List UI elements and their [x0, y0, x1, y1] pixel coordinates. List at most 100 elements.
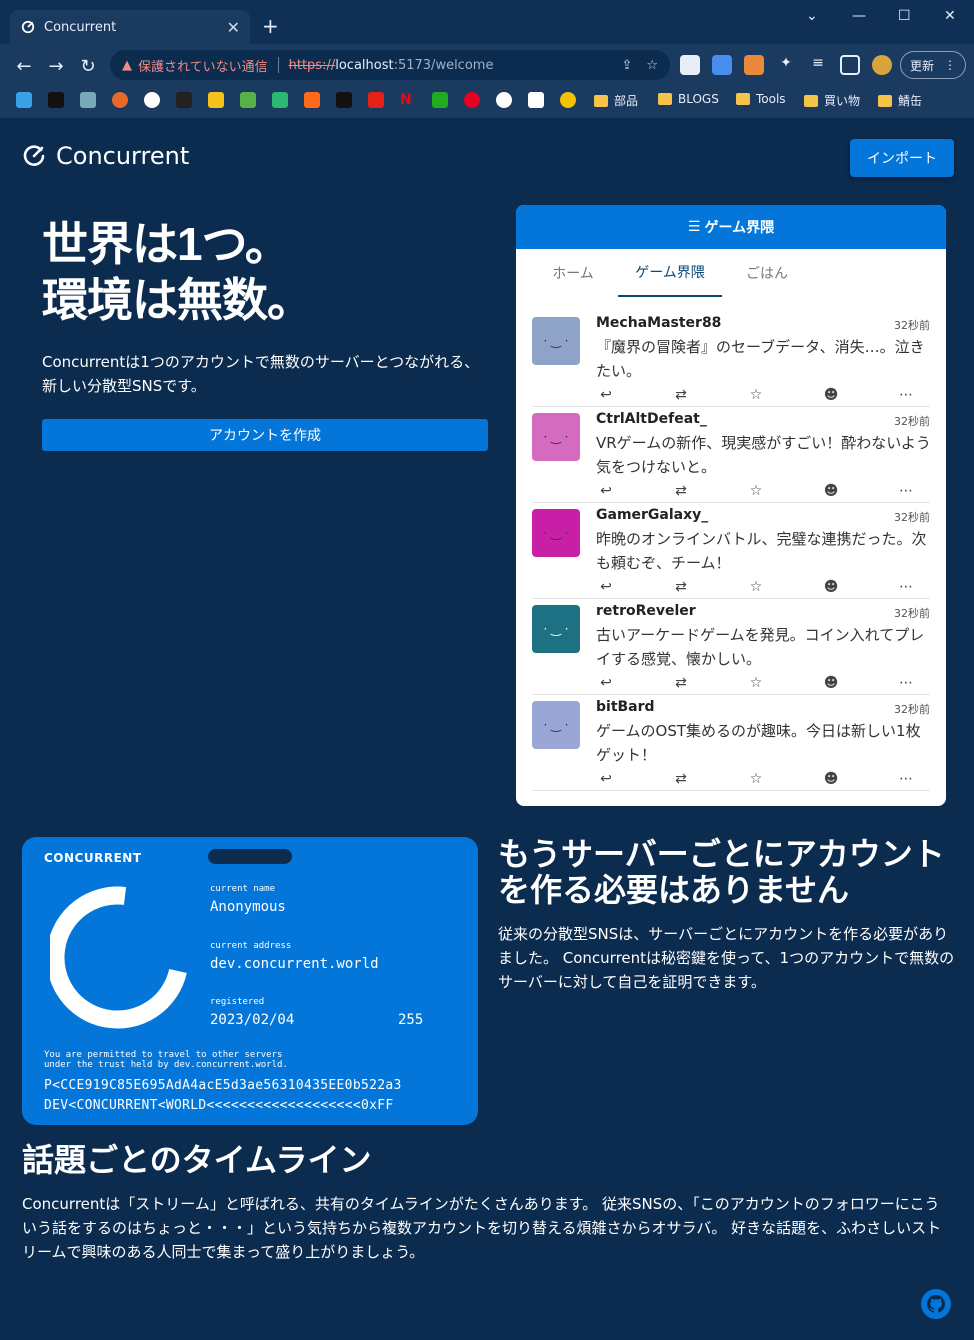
post-actions: ↩ ⇄ ☆ ☻ ⋯: [596, 771, 916, 787]
pinterest-icon[interactable]: [464, 92, 480, 108]
favorite-icon[interactable]: ☆: [746, 387, 766, 403]
stream-header[interactable]: ☰ ゲーム界隈: [516, 205, 946, 249]
reply-icon[interactable]: ↩: [596, 579, 616, 595]
media-icon[interactable]: ≡: [808, 55, 828, 75]
minimize-icon[interactable]: —: [852, 8, 866, 24]
more-icon[interactable]: ⋯: [896, 387, 916, 403]
more-icon[interactable]: ⋯: [896, 579, 916, 595]
concurrent-favicon-icon: [20, 19, 36, 35]
post-author[interactable]: bitBard: [596, 699, 655, 715]
reroute-icon[interactable]: ⇄: [671, 771, 691, 787]
avatar[interactable]: · ‿ ·: [532, 605, 580, 653]
add-reaction-icon[interactable]: ☻: [821, 387, 841, 403]
avatar[interactable]: · ‿ ·: [532, 413, 580, 461]
bookmark-icon[interactable]: [176, 92, 192, 108]
reply-icon[interactable]: ↩: [596, 387, 616, 403]
bookmark-folder-parts[interactable]: 部品: [594, 92, 638, 109]
add-reaction-icon[interactable]: ☻: [821, 771, 841, 787]
reroute-icon[interactable]: ⇄: [671, 579, 691, 595]
extension-icon[interactable]: [712, 55, 732, 75]
new-tab-icon[interactable]: +: [262, 14, 279, 38]
post-author[interactable]: retroReveler: [596, 603, 696, 619]
more-icon[interactable]: ⋯: [896, 771, 916, 787]
bookmark-folder-tools[interactable]: Tools: [736, 92, 786, 106]
reload-icon[interactable]: ↻: [76, 54, 100, 78]
sidepanel-icon[interactable]: [840, 55, 860, 75]
avatar[interactable]: · ‿ ·: [532, 509, 580, 557]
x-bookmark-icon[interactable]: [48, 92, 64, 108]
metamask-icon[interactable]: [744, 55, 764, 75]
netflix-icon[interactable]: N: [400, 92, 416, 108]
tab-search-icon[interactable]: ⌄: [806, 8, 818, 24]
face-icon: · ‿ ·: [543, 526, 569, 540]
bookmark-star-icon[interactable]: ☆: [646, 58, 658, 73]
favorite-icon[interactable]: ☆: [746, 579, 766, 595]
bookmark-icon[interactable]: [336, 92, 352, 108]
more-icon[interactable]: ⋯: [896, 675, 916, 691]
import-button[interactable]: インポート: [850, 139, 954, 177]
reroute-icon[interactable]: ⇄: [671, 387, 691, 403]
amazon-icon[interactable]: [528, 92, 544, 108]
bookmark-icon[interactable]: [560, 92, 576, 108]
reply-icon[interactable]: ↩: [596, 675, 616, 691]
brand[interactable]: Concurrent: [22, 142, 189, 170]
create-account-button[interactable]: アカウントを作成: [42, 419, 488, 451]
bookmark-icon[interactable]: [272, 92, 288, 108]
bookmark-icon[interactable]: [80, 92, 96, 108]
bookmark-icon[interactable]: [240, 92, 256, 108]
browser-tab[interactable]: Concurrent ✕: [10, 10, 250, 44]
bookmark-icon[interactable]: [432, 92, 448, 108]
add-reaction-icon[interactable]: ☻: [821, 483, 841, 499]
bookmark-folder-server[interactable]: 鯖缶: [878, 92, 922, 109]
reply-icon[interactable]: ↩: [596, 771, 616, 787]
security-warning[interactable]: ▲ 保護されていない通信: [122, 56, 268, 75]
reroute-icon[interactable]: ⇄: [671, 483, 691, 499]
name-key: current name: [210, 884, 276, 894]
bookmark-icon[interactable]: [144, 92, 160, 108]
account-section-title: もうサーバーごとにアカウント を作る必要はありません: [498, 836, 958, 908]
tab-game[interactable]: ゲーム界隈: [618, 249, 722, 297]
bookmark-icon[interactable]: [112, 92, 128, 108]
post-author[interactable]: CtrlAltDefeat_: [596, 411, 707, 427]
avatar[interactable]: · ‿ ·: [532, 317, 580, 365]
concurrent-ring-icon: [50, 886, 187, 1029]
favorite-icon[interactable]: ☆: [746, 675, 766, 691]
favorite-icon[interactable]: ☆: [746, 483, 766, 499]
more-icon[interactable]: ⋯: [896, 483, 916, 499]
share-icon[interactable]: ⇪: [621, 58, 632, 73]
bookmark-icon[interactable]: [16, 92, 32, 108]
maximize-icon[interactable]: ☐: [898, 8, 911, 24]
tab-close-icon[interactable]: ✕: [227, 18, 240, 37]
soundcloud-icon[interactable]: [304, 92, 320, 108]
close-window-icon[interactable]: ✕: [944, 8, 956, 24]
extension-icon[interactable]: [680, 55, 700, 75]
folder-icon: [878, 94, 892, 107]
youtube-icon[interactable]: [368, 92, 384, 108]
address-bar[interactable]: ▲ 保護されていない通信 https:// localhost :5173/wel…: [110, 50, 670, 80]
puzzle-icon[interactable]: ✦: [776, 55, 796, 75]
favorite-icon[interactable]: ☆: [746, 771, 766, 787]
forward-icon[interactable]: →: [44, 54, 68, 78]
back-icon[interactable]: ←: [12, 54, 36, 78]
add-reaction-icon[interactable]: ☻: [821, 579, 841, 595]
tab-home[interactable]: ホーム: [528, 249, 618, 297]
post-time: 32秒前: [894, 703, 930, 716]
reroute-icon[interactable]: ⇄: [671, 675, 691, 691]
folder-label: BLOGS: [678, 92, 719, 106]
profile-avatar[interactable]: [872, 55, 892, 75]
url-scheme: https://: [288, 57, 336, 73]
bookmark-folder-shopping[interactable]: 買い物: [804, 92, 860, 109]
security-label: 保護されていない通信: [138, 59, 268, 75]
reply-icon[interactable]: ↩: [596, 483, 616, 499]
avatar[interactable]: · ‿ ·: [532, 701, 580, 749]
bookmark-icon[interactable]: [208, 92, 224, 108]
tab-food[interactable]: ごはん: [722, 249, 812, 297]
bookmark-folder-blogs[interactable]: BLOGS: [658, 92, 719, 106]
post-author[interactable]: MechaMaster88: [596, 315, 721, 331]
update-button[interactable]: 更新 ⋮: [900, 51, 966, 79]
url-path: :5173/welcome: [393, 57, 494, 73]
github-icon[interactable]: [920, 1288, 952, 1320]
add-reaction-icon[interactable]: ☻: [821, 675, 841, 691]
github-bookmark-icon[interactable]: [496, 92, 512, 108]
post-author[interactable]: GamerGalaxy_: [596, 507, 708, 523]
